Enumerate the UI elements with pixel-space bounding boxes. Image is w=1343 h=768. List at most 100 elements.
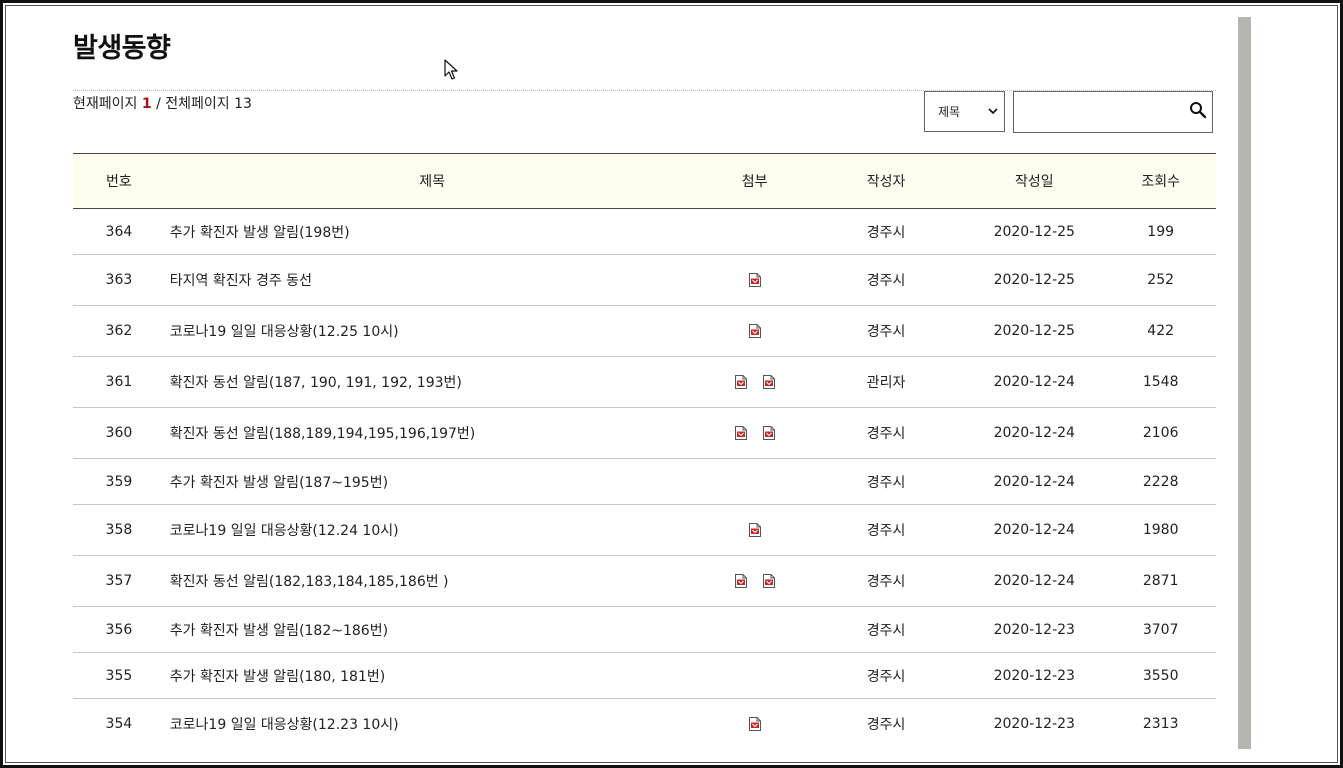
chevron-down-icon <box>988 108 998 115</box>
pdf-file-icon[interactable] <box>747 522 763 538</box>
cell-attachment <box>700 504 809 556</box>
cell-date: 2020-12-23 <box>963 606 1106 653</box>
cell-title[interactable]: 추가 확진자 발생 알림(182~186번) <box>164 606 701 653</box>
table-row[interactable]: 362 코로나19 일일 대응상황(12.25 10시) 경주시 2020-12-25… <box>73 305 1216 357</box>
cell-attachment <box>700 208 809 255</box>
pdf-file-icon[interactable] <box>747 272 763 288</box>
cell-author: 경주시 <box>808 555 964 607</box>
cell-views: 3550 <box>1105 652 1216 699</box>
search-field-selected: 제목 <box>938 105 961 119</box>
cell-author: 경주시 <box>808 458 964 505</box>
cell-views: 1980 <box>1105 504 1216 556</box>
table-row[interactable]: 364 추가 확진자 발생 알림(198번) 경주시 2020-12-25 199 <box>73 208 1216 255</box>
cell-views: 2228 <box>1105 458 1216 505</box>
cell-number: 354 <box>105 716 133 733</box>
search-icon[interactable] <box>1188 100 1208 120</box>
cell-views: 2871 <box>1105 555 1216 607</box>
page-title: 발생동향 <box>73 33 171 64</box>
cell-views: 3707 <box>1105 606 1216 653</box>
cell-title[interactable]: 추가 확진자 발생 알림(187~195번) <box>164 458 701 505</box>
cell-number: 360 <box>73 407 165 459</box>
cell-views: 1548 <box>1105 356 1216 408</box>
table-row[interactable]: 363 타지역 확진자 경주 동선 경주시 2020-12-25 252 <box>73 254 1216 306</box>
cell-date: 2020-12-23 <box>993 716 1075 733</box>
cell-attachment <box>700 356 809 408</box>
cell-date: 2020-12-25 <box>963 208 1106 255</box>
table-row[interactable]: 355 추가 확진자 발생 알림(180, 181번) 경주시 2020-12-23 3… <box>73 652 1216 699</box>
cell-author: 경주시 <box>808 652 964 699</box>
cell-title[interactable]: 확진자 동선 알림(188,189,194,195,196,197번) <box>164 407 701 459</box>
cell-attachment <box>700 407 809 459</box>
cell-date: 2020-12-24 <box>963 407 1106 459</box>
cell-date: 2020-12-25 <box>963 305 1106 357</box>
cell-views: 2313 <box>1142 716 1179 733</box>
pdf-file-icon[interactable] <box>733 374 749 390</box>
pdf-file-icon[interactable] <box>733 573 749 589</box>
cell-views: 2106 <box>1105 407 1216 459</box>
header-author: 작성자 <box>808 153 964 209</box>
vertical-scrollbar[interactable] <box>1238 17 1251 749</box>
pdf-file-icon[interactable] <box>733 425 749 441</box>
search-input[interactable] <box>1013 91 1213 133</box>
pdf-file-icon[interactable] <box>747 323 763 339</box>
header-views: 조회수 <box>1105 153 1216 209</box>
cell-number: 363 <box>73 254 165 306</box>
cell-attachment <box>700 652 809 699</box>
cell-views: 199 <box>1105 208 1216 255</box>
total-pages-label: / 전체페이지 <box>156 96 230 112</box>
cell-date: 2020-12-23 <box>963 652 1106 699</box>
cell-number: 359 <box>73 458 165 505</box>
search-field-select[interactable]: 제목 <box>924 91 1005 132</box>
pdf-file-icon[interactable] <box>761 374 777 390</box>
cell-attachment <box>700 606 809 653</box>
cell-title[interactable]: 추가 확진자 발생 알림(180, 181번) <box>164 652 701 699</box>
header-number: 번호 <box>73 153 165 209</box>
cell-author: 경주시 <box>808 504 964 556</box>
cell-author: 경주시 <box>808 606 964 653</box>
cell-author: 관리자 <box>808 356 964 408</box>
table-header-row: 번호 제목 첨부 작성자 작성일 조회수 <box>73 153 1216 209</box>
cell-title[interactable]: 추가 확진자 발생 알림(198번) <box>164 208 701 255</box>
cell-title[interactable]: 확진자 동선 알림(187, 190, 191, 192, 193번) <box>164 356 701 408</box>
cell-views: 252 <box>1105 254 1216 306</box>
pdf-file-icon[interactable] <box>761 573 777 589</box>
cell-views: 422 <box>1105 305 1216 357</box>
table-row[interactable]: 357 확진자 동선 알림(182,183,184,185,186번 ) 경주시 20… <box>73 555 1216 607</box>
header-title: 제목 <box>164 153 701 209</box>
cell-number: 361 <box>73 356 165 408</box>
cell-title[interactable]: 타지역 확진자 경주 동선 <box>164 254 701 306</box>
cell-attachment <box>700 555 809 607</box>
table-row[interactable]: 359 추가 확진자 발생 알림(187~195번) 경주시 2020-12-24 22… <box>73 458 1216 505</box>
cell-number: 357 <box>73 555 165 607</box>
table-row[interactable]: 360 확진자 동선 알림(188,189,194,195,196,197번) 경주… <box>73 407 1216 459</box>
header-attachment: 첨부 <box>700 153 809 209</box>
cell-attachment <box>700 699 809 750</box>
total-pages-number: 13 <box>234 96 252 112</box>
cell-date: 2020-12-25 <box>963 254 1106 306</box>
mouse-cursor-icon <box>444 59 458 80</box>
pdf-file-icon[interactable] <box>747 716 763 732</box>
cell-attachment <box>700 305 809 357</box>
pdf-file-icon[interactable] <box>761 425 777 441</box>
cell-date: 2020-12-24 <box>963 555 1106 607</box>
table-row[interactable]: 354 코로나19 일일 대응상황(12.23 10시) 경주시 2020-12-23… <box>73 699 1216 750</box>
cell-title[interactable]: 코로나19 일일 대응상황(12.24 10시) <box>164 504 701 556</box>
table-row[interactable]: 361 확진자 동선 알림(187, 190, 191, 192, 193번) 관리… <box>73 356 1216 408</box>
table-row[interactable]: 356 추가 확진자 발생 알림(182~186번) 경주시 2020-12-23 37… <box>73 606 1216 653</box>
cell-author: 경주시 <box>808 407 964 459</box>
cell-date: 2020-12-24 <box>963 356 1106 408</box>
cell-number: 358 <box>73 504 165 556</box>
cell-title[interactable]: 코로나19 일일 대응상황(12.25 10시) <box>164 305 701 357</box>
cell-title[interactable]: 확진자 동선 알림(182,183,184,185,186번 ) <box>164 555 701 607</box>
cell-number: 364 <box>73 208 165 255</box>
header-date: 작성일 <box>963 153 1106 209</box>
cell-author: 경주시 <box>808 208 964 255</box>
cell-title[interactable]: 코로나19 일일 대응상황(12.23 10시) <box>165 699 701 750</box>
cell-number: 355 <box>73 652 165 699</box>
cell-date: 2020-12-24 <box>963 504 1106 556</box>
table-row[interactable]: 358 코로나19 일일 대응상황(12.24 10시) 경주시 2020-12-24… <box>73 504 1216 556</box>
current-page-number: 1 <box>141 96 152 112</box>
cell-attachment <box>700 254 809 306</box>
cell-author: 경주시 <box>808 254 964 306</box>
cell-number: 362 <box>73 305 165 357</box>
